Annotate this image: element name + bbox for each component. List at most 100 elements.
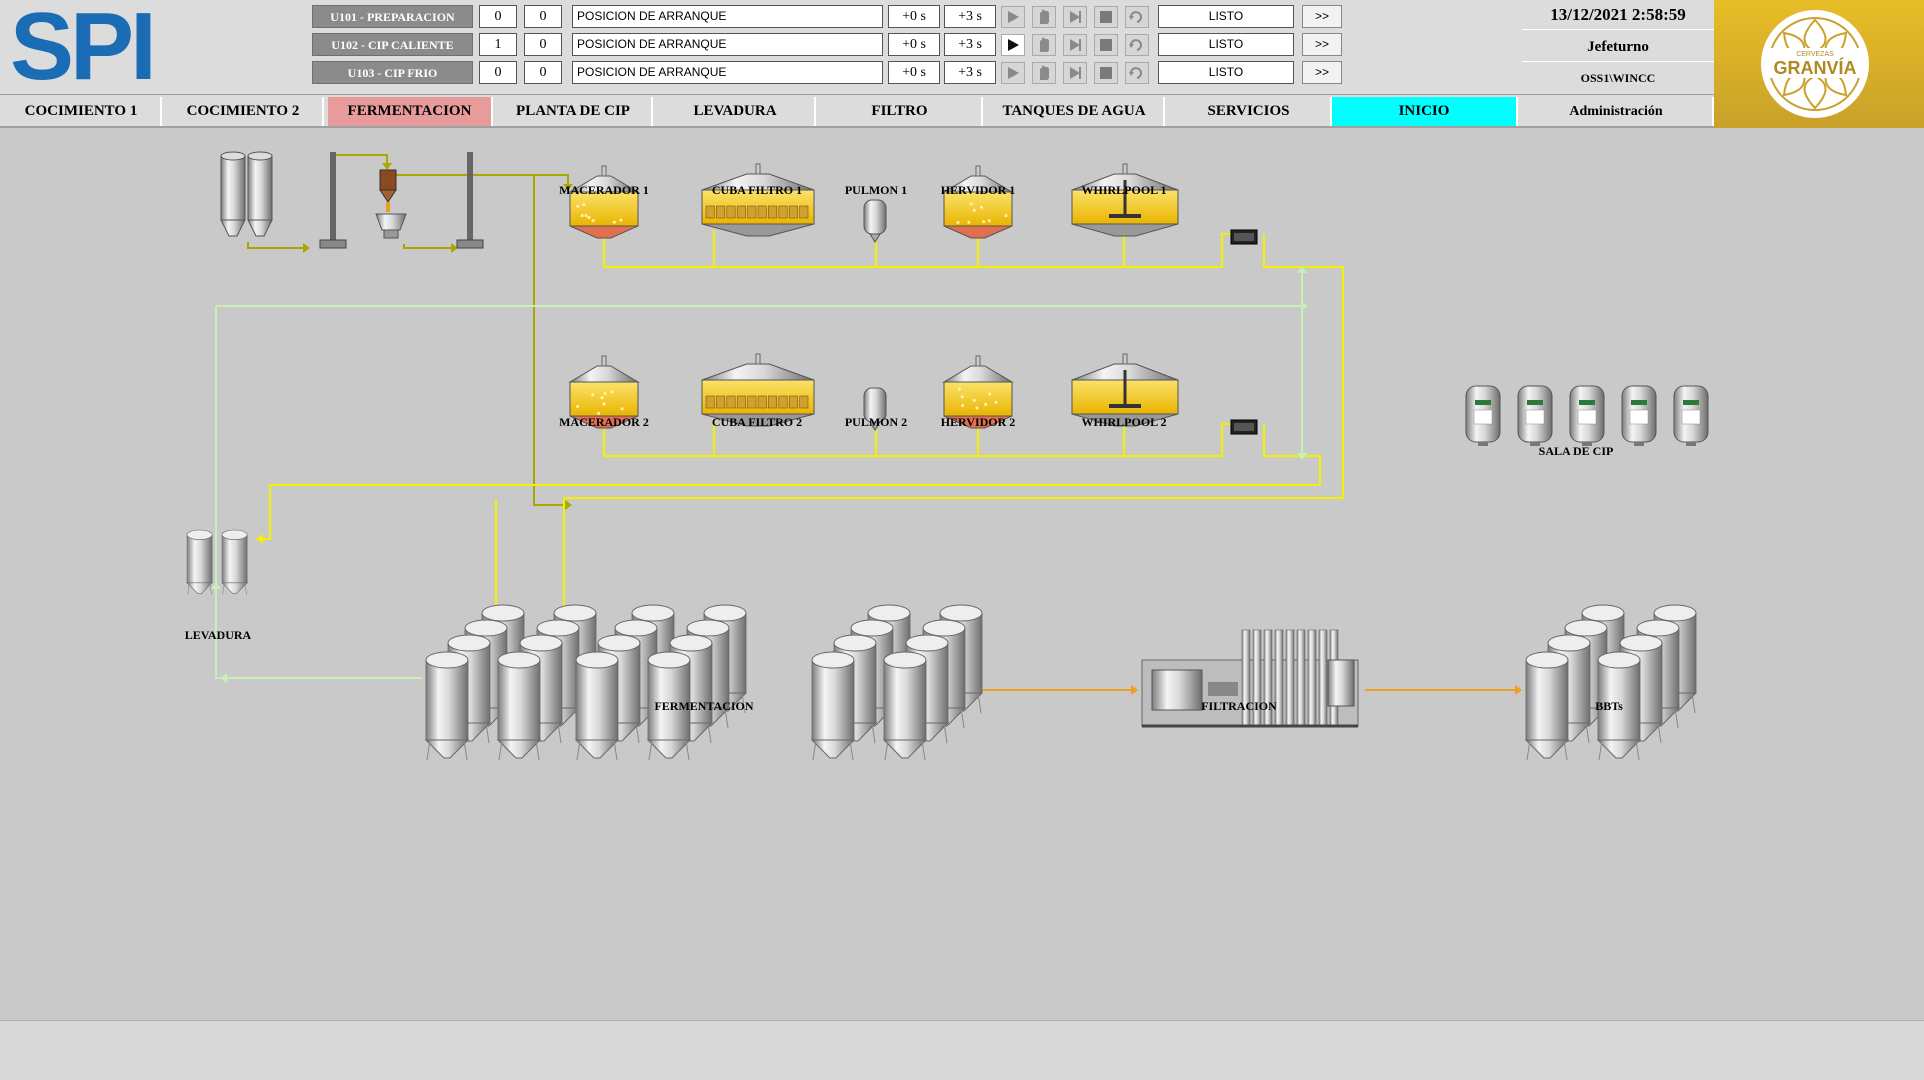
macerador-1[interactable] — [570, 166, 638, 238]
tab-fermentacion[interactable]: FERMENTACION — [328, 97, 493, 126]
label-sala-de-cip: SALA DE CIP — [1539, 444, 1614, 459]
cip-tank[interactable] — [1518, 386, 1552, 446]
stop-icon[interactable] — [1094, 62, 1118, 84]
malt-elevator[interactable] — [467, 152, 473, 244]
yeast-tank[interactable] — [187, 530, 212, 595]
flow-arrow — [303, 243, 310, 253]
malt-line — [336, 155, 387, 165]
status-footer — [0, 1020, 1924, 1080]
unit-row: U101 - PREPARACION 0 0 POSICION DE ARRAN… — [312, 5, 1342, 29]
unit-value-field[interactable]: 0 — [524, 33, 562, 56]
whirlpool-1[interactable] — [1072, 164, 1178, 236]
main-navigation: COCIMIENTO 1 COCIMIENTO 2 FERMENTACION PLAN… — [0, 95, 1714, 128]
unit-value-field[interactable]: 0 — [524, 61, 562, 84]
unit-name-button[interactable]: U101 - PREPARACION — [312, 5, 473, 28]
label-cuba-filtro-2: CUBA FILTRO 2 — [712, 415, 802, 430]
label-macerador-1: MACERADOR 1 — [559, 183, 649, 198]
play-icon[interactable] — [1001, 34, 1025, 56]
stop-icon[interactable] — [1094, 6, 1118, 28]
unit-value-field[interactable]: 0 — [479, 5, 517, 28]
unit-step-field: POSICION DE ARRANQUE — [572, 61, 883, 84]
reset-icon[interactable] — [1125, 34, 1149, 56]
stop-icon[interactable] — [1094, 34, 1118, 56]
cuba-filtro-1[interactable] — [702, 164, 814, 236]
current-user[interactable]: Jefeturno — [1522, 32, 1714, 62]
reset-icon[interactable] — [1125, 62, 1149, 84]
unit-name-button[interactable]: U103 - CIP FRIO — [312, 61, 473, 84]
fermentation-tank[interactable] — [812, 652, 854, 760]
wort-cooler-2[interactable] — [1231, 420, 1257, 434]
flow-arrow — [565, 500, 572, 510]
wort-cooler-1[interactable] — [1231, 230, 1257, 244]
pipe-network — [2, 130, 1922, 1020]
elevator-base — [320, 240, 346, 248]
malt-elevator[interactable] — [330, 152, 336, 244]
label-hervidor-2: HERVIDOR 2 — [941, 415, 1016, 430]
pulmon-1[interactable] — [864, 200, 886, 242]
unit-step-field: POSICION DE ARRANQUE — [572, 33, 883, 56]
tab-cocimiento-2[interactable]: COCIMIENTO 2 — [164, 97, 324, 126]
play-icon[interactable] — [1001, 6, 1025, 28]
unit-value-field[interactable]: 1 — [479, 33, 517, 56]
malt-line — [248, 242, 304, 248]
fermentation-tank[interactable] — [426, 652, 468, 760]
unit-time-offset: +0 s — [888, 61, 940, 84]
hand-icon[interactable] — [1032, 6, 1056, 28]
scada-screen: SPI U101 - PREPARACION 0 0 POSICION DE A… — [0, 0, 1924, 1080]
cip-tank[interactable] — [1570, 386, 1604, 446]
tab-tanques-de-agua[interactable]: TANQUES DE AGUA — [985, 97, 1165, 126]
cip-tank[interactable] — [1674, 386, 1708, 446]
unit-more-button[interactable]: >> — [1302, 33, 1342, 56]
tab-filtro[interactable]: FILTRO — [818, 97, 983, 126]
tab-inicio[interactable]: INICIO — [1332, 97, 1518, 126]
cip-tank[interactable] — [1466, 386, 1500, 446]
bright-beer-tank[interactable] — [1526, 652, 1568, 760]
fermentation-tank[interactable] — [884, 652, 926, 760]
tab-administracion[interactable]: Administración — [1520, 97, 1714, 126]
flow-arrow — [1131, 685, 1138, 695]
feed-pipe — [396, 175, 568, 505]
unit-more-button[interactable]: >> — [1302, 5, 1342, 28]
unit-value-field[interactable]: 0 — [479, 61, 517, 84]
yeast-return-line — [216, 306, 422, 678]
datetime-display: 13/12/2021 2:58:59 — [1522, 0, 1714, 30]
yeast-tank[interactable] — [222, 530, 247, 595]
step-icon[interactable] — [1063, 6, 1087, 28]
elevator-base — [457, 240, 483, 248]
tab-servicios[interactable]: SERVICIOS — [1167, 97, 1332, 126]
malt-silo[interactable] — [221, 152, 245, 236]
granvia-logo: CERVEZAS GRANVÍA — [1714, 0, 1924, 128]
label-hervidor-1: HERVIDOR 1 — [941, 183, 1016, 198]
cip-tank[interactable] — [1622, 386, 1656, 446]
label-bbts: BBTs — [1595, 699, 1623, 714]
fermentation-tank[interactable] — [576, 652, 618, 760]
hervidor-1[interactable] — [944, 166, 1012, 238]
unit-time-offset: +3 s — [944, 33, 996, 56]
brand-name-text: GRANVÍA — [1773, 57, 1856, 78]
reset-icon[interactable] — [1125, 6, 1149, 28]
tab-levadura[interactable]: LEVADURA — [656, 97, 816, 126]
label-levadura: LEVADURA — [185, 628, 251, 643]
hand-icon[interactable] — [1032, 62, 1056, 84]
collector-line-1 — [604, 230, 1238, 267]
hand-icon[interactable] — [1032, 34, 1056, 56]
step-icon[interactable] — [1063, 34, 1087, 56]
unit-status-field: LISTO — [1158, 61, 1294, 84]
unit-more-button[interactable]: >> — [1302, 61, 1342, 84]
flow-arrow — [256, 534, 263, 544]
unit-time-offset: +3 s — [944, 61, 996, 84]
malt-silo[interactable] — [248, 152, 272, 236]
tab-planta-de-cip[interactable]: PLANTA DE CIP — [495, 97, 653, 126]
fermentation-tank[interactable] — [498, 652, 540, 760]
unit-name-button[interactable]: U102 - CIP CALIENTE — [312, 33, 473, 56]
play-icon[interactable] — [1001, 62, 1025, 84]
tab-cocimiento-1[interactable]: COCIMIENTO 1 — [2, 97, 162, 126]
header-bar: SPI U101 - PREPARACION 0 0 POSICION DE A… — [0, 0, 1924, 95]
malt-mill[interactable] — [376, 170, 406, 238]
unit-status-field: LISTO — [1158, 5, 1294, 28]
flow-arrow — [1515, 685, 1522, 695]
label-pulmon-2: PULMON 2 — [845, 415, 907, 430]
unit-value-field[interactable]: 0 — [524, 5, 562, 28]
step-icon[interactable] — [1063, 62, 1087, 84]
label-fermentacion: FERMENTACION — [654, 699, 753, 714]
